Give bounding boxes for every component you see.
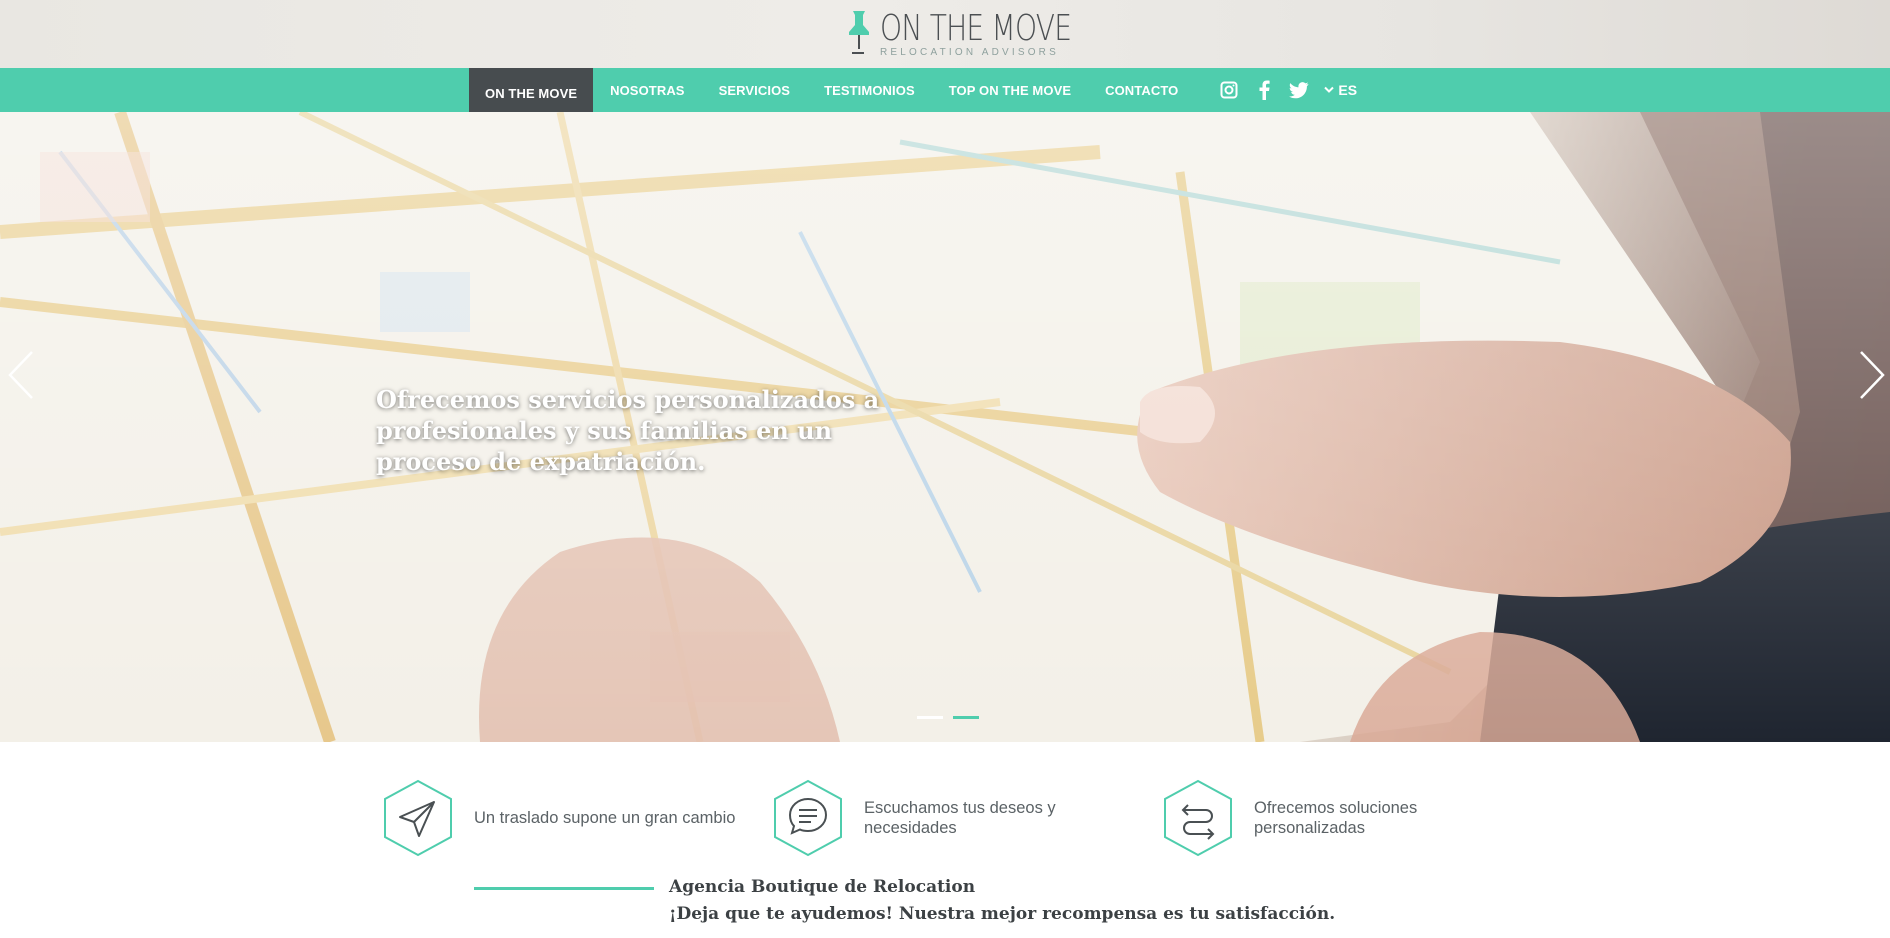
- slider-prev-button[interactable]: [6, 348, 36, 402]
- slider-dot-2[interactable]: [953, 716, 979, 719]
- features-section: Un traslado supone un gran cambio Escuch…: [0, 742, 1890, 938]
- nav-item-servicios[interactable]: SERVICIOS: [702, 68, 807, 112]
- swap-arrows-icon: [1164, 779, 1232, 857]
- section-divider: [474, 887, 654, 890]
- hero-slider: Ofrecemos servicios personalizados a pro…: [0, 112, 1890, 742]
- nav-item-nosotras[interactable]: NOSOTRAS: [593, 68, 701, 112]
- feature-hexagon: [1162, 778, 1234, 858]
- nav-item-testimonios[interactable]: TESTIMONIOS: [807, 68, 932, 112]
- instagram-icon[interactable]: [1219, 80, 1239, 100]
- logo-title: ON THE MOVE: [880, 8, 1072, 49]
- main-navigation: ON THE MOVE NOSOTRAS SERVICIOS TESTIMONI…: [0, 68, 1890, 118]
- site-logo[interactable]: ON THE MOVE RELOCATION ADVISORS: [846, 6, 1072, 62]
- chat-bubble-icon: [774, 779, 842, 857]
- chevron-down-icon: [1324, 86, 1335, 93]
- feature-hexagon: [772, 778, 844, 858]
- language-label: ES: [1338, 82, 1358, 98]
- logo-subtitle: RELOCATION ADVISORS: [880, 47, 1059, 58]
- nav-item-contacto[interactable]: CONTACTO: [1088, 68, 1195, 112]
- nav-item-top-on-the-move[interactable]: TOP ON THE MOVE: [932, 68, 1088, 112]
- hero-map-image: [0, 112, 1890, 742]
- slider-pagination: [917, 716, 989, 719]
- feature-hexagon: [382, 778, 454, 858]
- slider-dot-1[interactable]: [917, 716, 943, 719]
- site-header: ON THE MOVE RELOCATION ADVISORS: [0, 0, 1890, 68]
- slider-next-button[interactable]: [1857, 348, 1887, 402]
- feature-item: Un traslado supone un gran cambio: [382, 778, 744, 858]
- language-selector[interactable]: ES: [1324, 82, 1357, 98]
- feature-item: Ofrecemos soluciones personalizadas: [1162, 778, 1474, 858]
- feature-text: Un traslado supone un gran cambio: [474, 809, 736, 827]
- twitter-icon[interactable]: [1289, 80, 1309, 100]
- social-links: ES: [1219, 68, 1357, 112]
- feature-text: Ofrecemos soluciones personalizadas: [1254, 799, 1418, 837]
- agency-subtitle: ¡Deja que te ayudemos! Nuestra mejor rec…: [669, 904, 1336, 924]
- feature-text: Escuchamos tus deseos y necesidades: [864, 799, 1056, 837]
- hero-headline: Ofrecemos servicios personalizados a pro…: [376, 385, 880, 476]
- chevron-left-icon: [8, 351, 33, 399]
- paper-plane-icon: [384, 779, 452, 857]
- nav-item-on-the-move[interactable]: ON THE MOVE: [469, 68, 594, 118]
- chevron-right-icon: [1860, 351, 1885, 399]
- agency-title: Agencia Boutique de Relocation: [669, 877, 976, 897]
- feature-item: Escuchamos tus deseos y necesidades: [772, 778, 1084, 858]
- facebook-icon[interactable]: [1254, 80, 1274, 100]
- pushpin-icon: [849, 11, 869, 54]
